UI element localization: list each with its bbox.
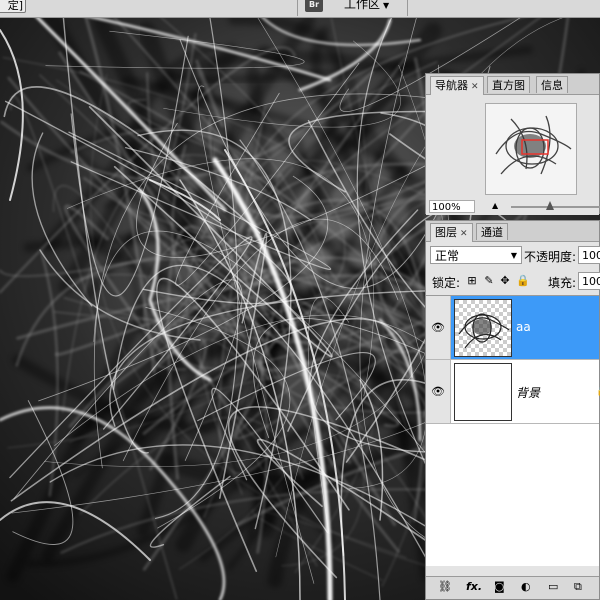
zoom-slider[interactable] xyxy=(511,206,600,208)
opacity-field[interactable]: 100 xyxy=(578,246,600,264)
layers-footer: ⛓ fx. ◙ ◐ ▭ ⧉ xyxy=(426,576,599,599)
navigator-preview[interactable] xyxy=(485,103,577,195)
layers-tabs: 图层 ✕ 通道 xyxy=(426,221,599,242)
tab-histogram[interactable]: 直方图 xyxy=(487,76,530,93)
navigator-panel: 导航器 ✕ 直方图 信息 100% ▲ xyxy=(425,73,600,215)
zoom-controls: 100% ▲ xyxy=(426,198,600,215)
link-icon[interactable]: ⛓ xyxy=(438,580,452,594)
tab-label: 信息 xyxy=(541,79,563,92)
close-icon[interactable]: ✕ xyxy=(460,229,468,239)
new-layer-icon[interactable]: ⧉ xyxy=(574,580,582,594)
navigator-tabs: 导航器 ✕ 直方图 信息 xyxy=(426,74,599,95)
layer-thumbnail xyxy=(454,299,512,357)
opacity-label: 不透明度: xyxy=(524,250,577,264)
lock-transparency-icon[interactable]: ⊞ xyxy=(466,275,478,287)
zoom-field[interactable]: 100% xyxy=(429,200,475,213)
chevron-down-icon: ▼ xyxy=(510,251,517,260)
fx-icon[interactable]: fx. xyxy=(466,580,482,594)
tab-channels[interactable]: 通道 xyxy=(476,223,508,240)
lock-label: 锁定: xyxy=(432,276,461,290)
tab-navigator[interactable]: 导航器 ✕ xyxy=(430,76,484,95)
lock-pixels-icon[interactable]: ✎ xyxy=(483,275,495,287)
workspace-label: 工作区 xyxy=(344,0,381,11)
tab-label: 导航器 xyxy=(435,79,468,92)
fill-label: 填充: xyxy=(548,276,577,290)
tab-label: 图层 xyxy=(435,226,457,239)
visibility-toggle[interactable]: 👁 xyxy=(426,360,451,423)
toolbar-divider xyxy=(407,0,408,16)
topbar-button[interactable]: 定] xyxy=(0,0,26,13)
options-bar: 定] Br 工作区 ▼ xyxy=(0,0,600,18)
close-icon[interactable]: ✕ xyxy=(471,82,479,92)
workspace-menu[interactable]: 工作区 ▼ xyxy=(344,0,389,12)
layer-thumbnail xyxy=(454,363,512,421)
eye-icon: 👁 xyxy=(431,321,445,334)
layer-row-background[interactable]: 👁 背景 🔒 xyxy=(426,360,600,424)
blend-mode-value: 正常 xyxy=(435,249,460,263)
adjustment-icon[interactable]: ◐ xyxy=(521,580,531,594)
layer-name[interactable]: aa xyxy=(516,320,531,334)
lock-icon: 🔒 xyxy=(596,386,600,397)
blend-mode-select[interactable]: 正常 ▼ xyxy=(430,246,522,264)
zoom-out-icon[interactable]: ▲ xyxy=(492,201,498,210)
zoom-slider-handle[interactable] xyxy=(546,201,554,210)
eye-icon: 👁 xyxy=(431,385,445,398)
toolbar-divider xyxy=(297,0,298,16)
lock-row: 锁定: ⊞ ✎ ✥ 🔒 填充: 100 xyxy=(426,270,600,292)
layer-list: 👁 aa 👁 背景 xyxy=(426,295,600,566)
tab-label: 直方图 xyxy=(492,79,525,92)
layers-panel: 图层 ✕ 通道 正常 ▼ 不透明度: 100 锁定: ⊞ ✎ ✥ 🔒 填充: 100… xyxy=(425,220,600,600)
tab-label: 通道 xyxy=(481,226,503,239)
lock-all-icon[interactable]: 🔒 xyxy=(516,275,530,287)
layer-name[interactable]: 背景 xyxy=(516,384,540,401)
bridge-icon[interactable]: Br xyxy=(305,0,323,12)
layer-row-aa[interactable]: 👁 aa xyxy=(426,296,599,360)
mask-icon[interactable]: ◙ xyxy=(494,580,505,594)
chevron-down-icon: ▼ xyxy=(383,1,390,10)
lock-position-icon[interactable]: ✥ xyxy=(499,275,511,287)
fill-field[interactable]: 100 xyxy=(578,272,600,290)
visibility-toggle[interactable]: 👁 xyxy=(426,296,451,359)
tab-info[interactable]: 信息 xyxy=(536,76,568,93)
folder-icon[interactable]: ▭ xyxy=(548,580,558,594)
tab-layers[interactable]: 图层 ✕ xyxy=(430,223,473,242)
